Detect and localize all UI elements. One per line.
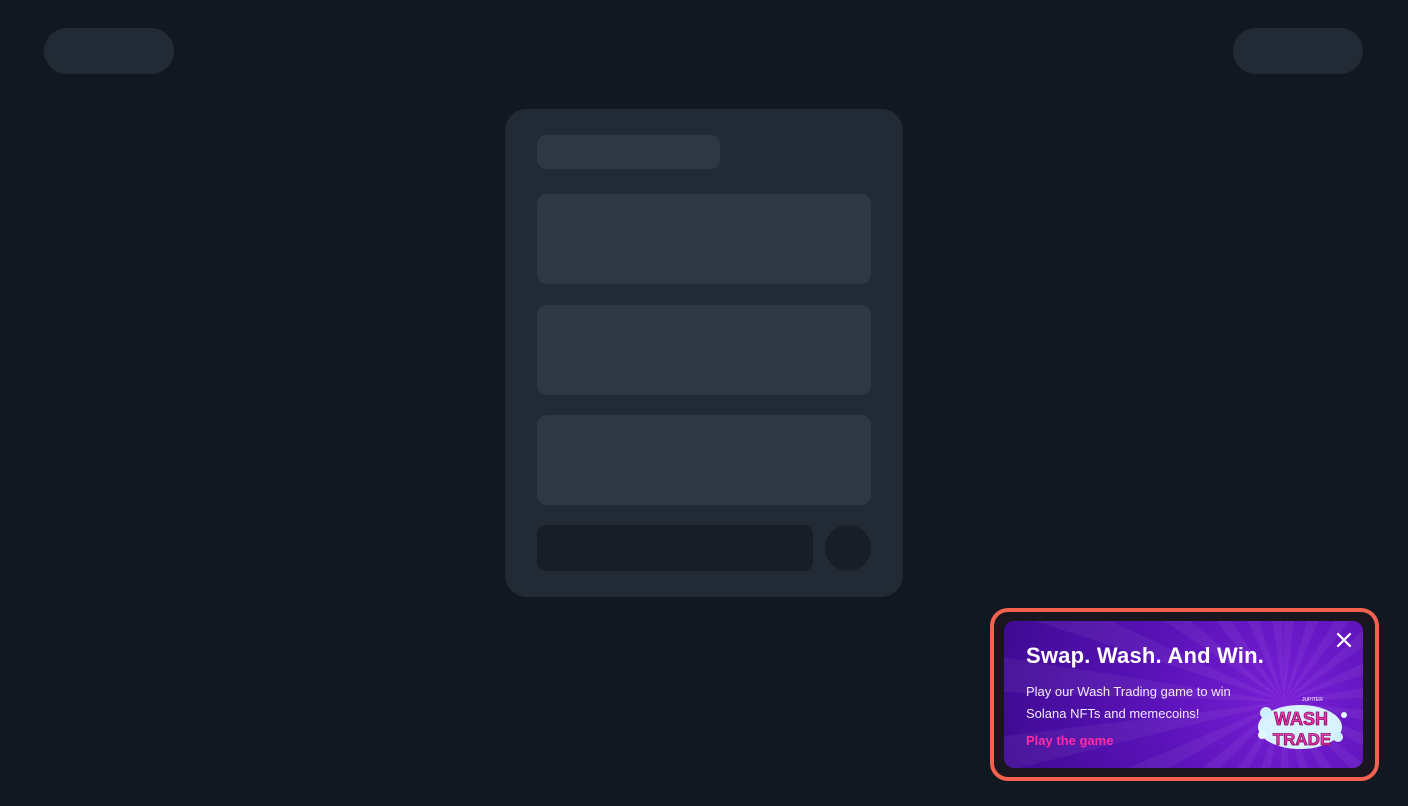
- header-left-placeholder: [44, 28, 174, 74]
- card-action-placeholder: [537, 525, 813, 571]
- card-row-placeholder: [537, 415, 871, 505]
- card-row-placeholder: [537, 305, 871, 395]
- logo-wash-text: WASH: [1274, 709, 1328, 729]
- loading-card: [505, 109, 903, 597]
- header-right-placeholder: [1233, 28, 1363, 74]
- card-row-placeholder: [537, 194, 871, 284]
- close-button[interactable]: [1333, 629, 1355, 651]
- promo-title: Swap. Wash. And Win.: [1026, 643, 1265, 668]
- card-title-placeholder: [537, 135, 720, 169]
- logo-trade-text: TRADE: [1273, 730, 1332, 749]
- promo-description: Play our Wash Trading game to win Solana…: [1026, 681, 1256, 725]
- promo-banner[interactable]: Swap. Wash. And Win. Play our Wash Tradi…: [1004, 621, 1363, 768]
- play-game-link[interactable]: Play the game: [1026, 733, 1113, 748]
- logo-brand-text: JUPITER: [1302, 697, 1323, 703]
- close-icon: [1336, 632, 1352, 648]
- card-circle-placeholder: [825, 525, 871, 571]
- promo-description-line2: Solana NFTs and memecoins!: [1026, 706, 1200, 721]
- wash-trade-logo: JUPITER WASH TRADE: [1258, 697, 1347, 749]
- promo-description-line1: Play our Wash Trading game to win: [1026, 684, 1231, 699]
